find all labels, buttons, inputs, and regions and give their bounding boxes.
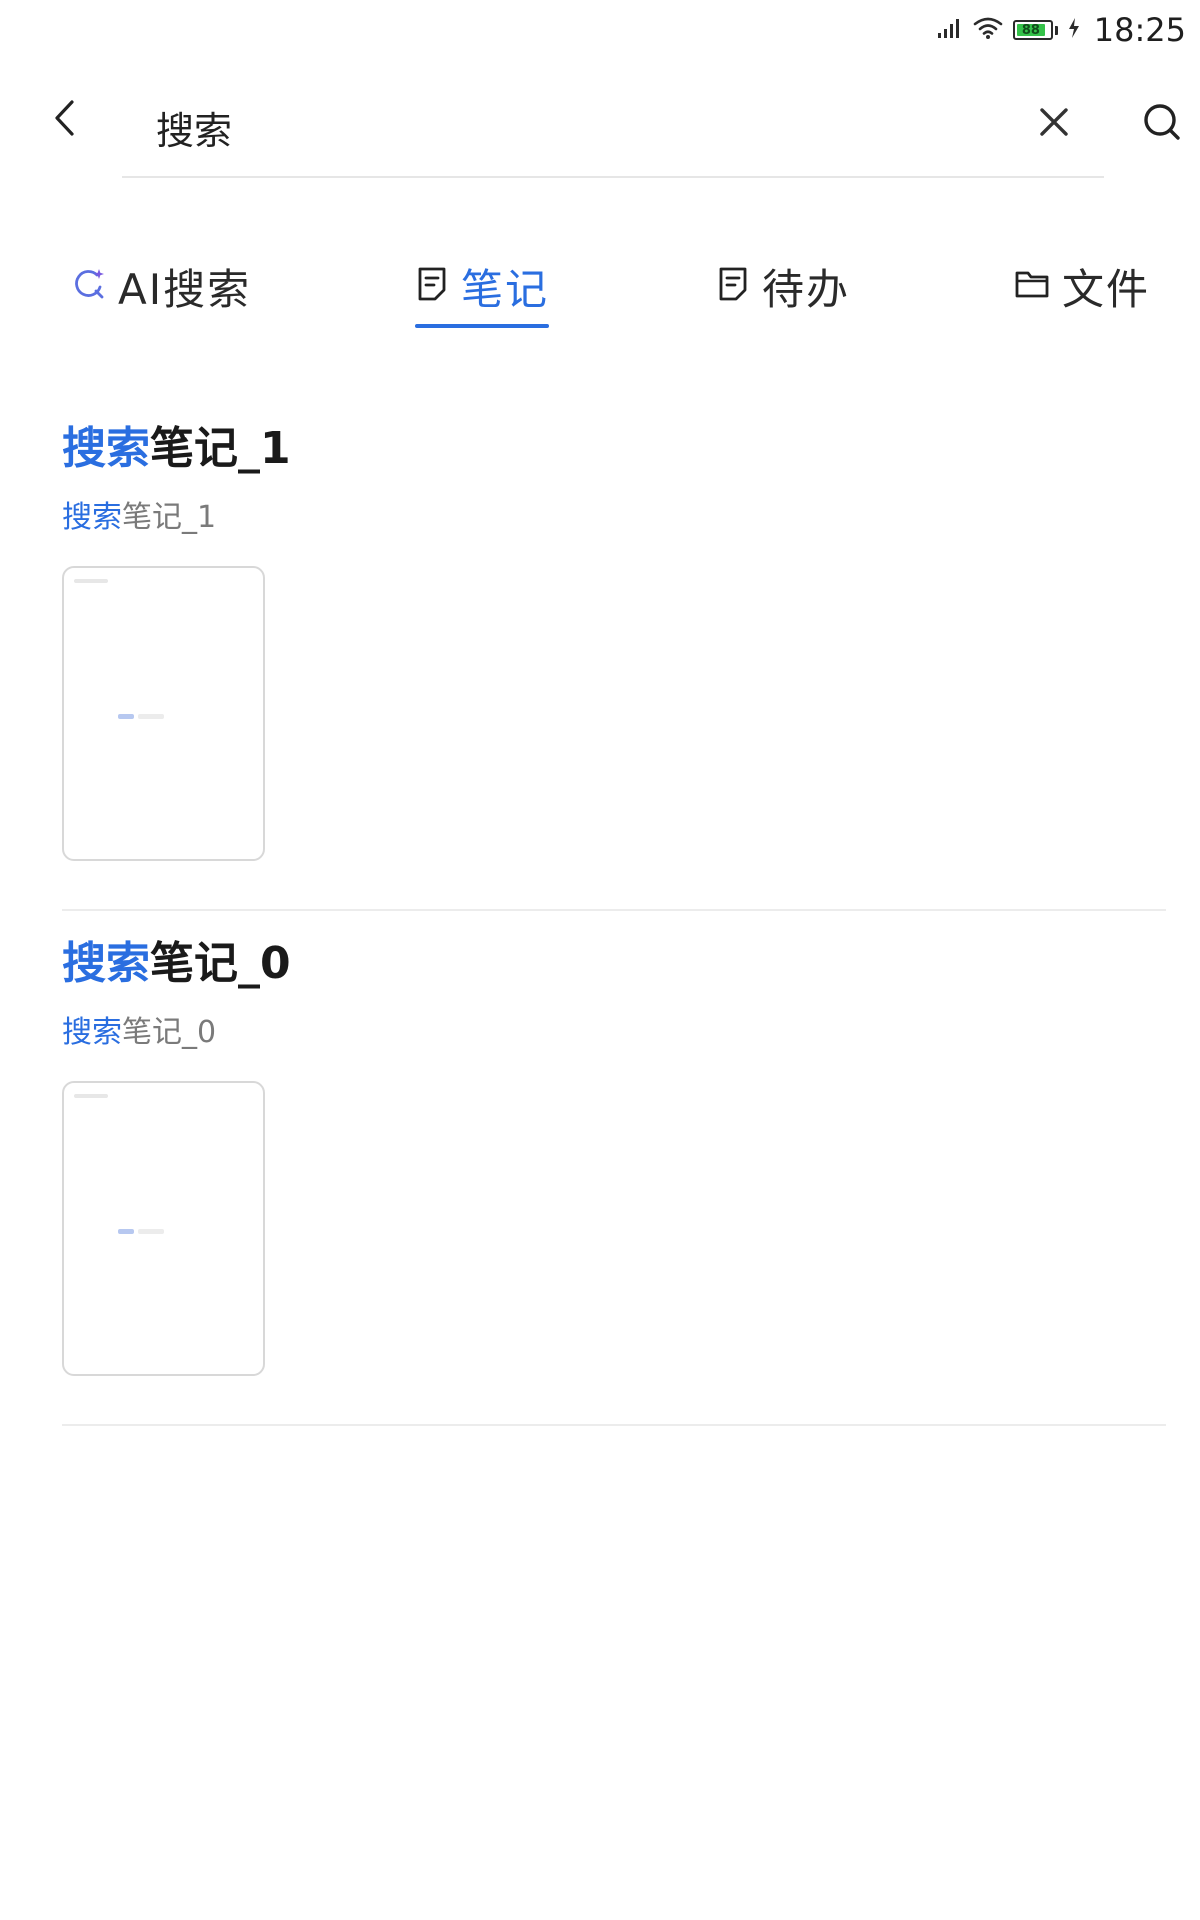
ai-search-icon bbox=[72, 267, 106, 305]
back-button[interactable] bbox=[44, 96, 84, 144]
tab-ai-search[interactable]: AI搜索 bbox=[72, 248, 251, 338]
battery-cap bbox=[1054, 25, 1058, 35]
title-rest: 笔记_0 bbox=[150, 938, 291, 989]
tab-notes[interactable]: 笔记 bbox=[415, 248, 550, 338]
back-arrow-icon bbox=[52, 98, 76, 142]
thumbnail-header-line bbox=[74, 579, 108, 583]
title-highlight: 搜索 bbox=[62, 938, 150, 989]
search-button[interactable] bbox=[1134, 96, 1190, 152]
clear-icon bbox=[1038, 106, 1070, 142]
search-input[interactable] bbox=[156, 98, 916, 156]
result-snippet: 搜索笔记_1 bbox=[62, 492, 216, 536]
title-highlight: 搜索 bbox=[62, 423, 150, 474]
result-snippet: 搜索笔记_0 bbox=[62, 1007, 216, 1051]
result-item[interactable]: 搜索笔记_0 搜索笔记_0 bbox=[62, 911, 1166, 1426]
todo-icon bbox=[716, 266, 750, 306]
tab-files[interactable]: 文件 bbox=[1014, 248, 1150, 338]
status-bar: 88 18:25 bbox=[0, 0, 1200, 62]
result-title: 搜索笔记_1 bbox=[62, 412, 291, 476]
search-box bbox=[122, 80, 1104, 178]
snippet-rest: 笔记_1 bbox=[122, 500, 217, 535]
tab-label: 文件 bbox=[1062, 264, 1151, 314]
category-tabs: AI搜索 笔记 待办 文件 bbox=[0, 248, 1200, 338]
tab-label: 待办 bbox=[762, 264, 851, 314]
tab-todo[interactable]: 待办 bbox=[716, 248, 850, 338]
title-rest: 笔记_1 bbox=[150, 423, 291, 474]
note-icon bbox=[415, 266, 449, 306]
thumbnail-header-line bbox=[74, 1094, 108, 1098]
battery-icon: 88 bbox=[1012, 20, 1053, 40]
charging-icon bbox=[1068, 18, 1080, 42]
clear-button[interactable] bbox=[1026, 96, 1082, 152]
thumbnail-content-line bbox=[118, 1229, 164, 1234]
snippet-highlight: 搜索 bbox=[62, 500, 122, 535]
status-time: 18:25 bbox=[1093, 11, 1186, 49]
search-results-list: 搜索笔记_1 搜索笔记_1 搜索笔记_0 搜索笔记_0 bbox=[62, 396, 1166, 1426]
tab-label: AI搜索 bbox=[118, 264, 252, 314]
tab-label: 笔记 bbox=[461, 264, 550, 314]
snippet-highlight: 搜索 bbox=[62, 1015, 122, 1050]
note-thumbnail[interactable] bbox=[62, 1081, 265, 1376]
result-title: 搜索笔记_0 bbox=[62, 927, 291, 991]
thumbnail-content-line bbox=[118, 714, 164, 719]
folder-icon bbox=[1014, 268, 1050, 304]
snippet-rest: 笔记_0 bbox=[122, 1015, 217, 1050]
signal-icon bbox=[937, 17, 963, 43]
status-icons: 88 18:25 bbox=[937, 10, 1186, 50]
active-tab-indicator bbox=[415, 324, 550, 328]
result-item[interactable]: 搜索笔记_1 搜索笔记_1 bbox=[62, 396, 1166, 911]
battery-level: 88 bbox=[1016, 23, 1045, 38]
search-icon bbox=[1142, 102, 1182, 146]
note-thumbnail[interactable] bbox=[62, 566, 265, 861]
wifi-icon bbox=[973, 16, 1003, 44]
